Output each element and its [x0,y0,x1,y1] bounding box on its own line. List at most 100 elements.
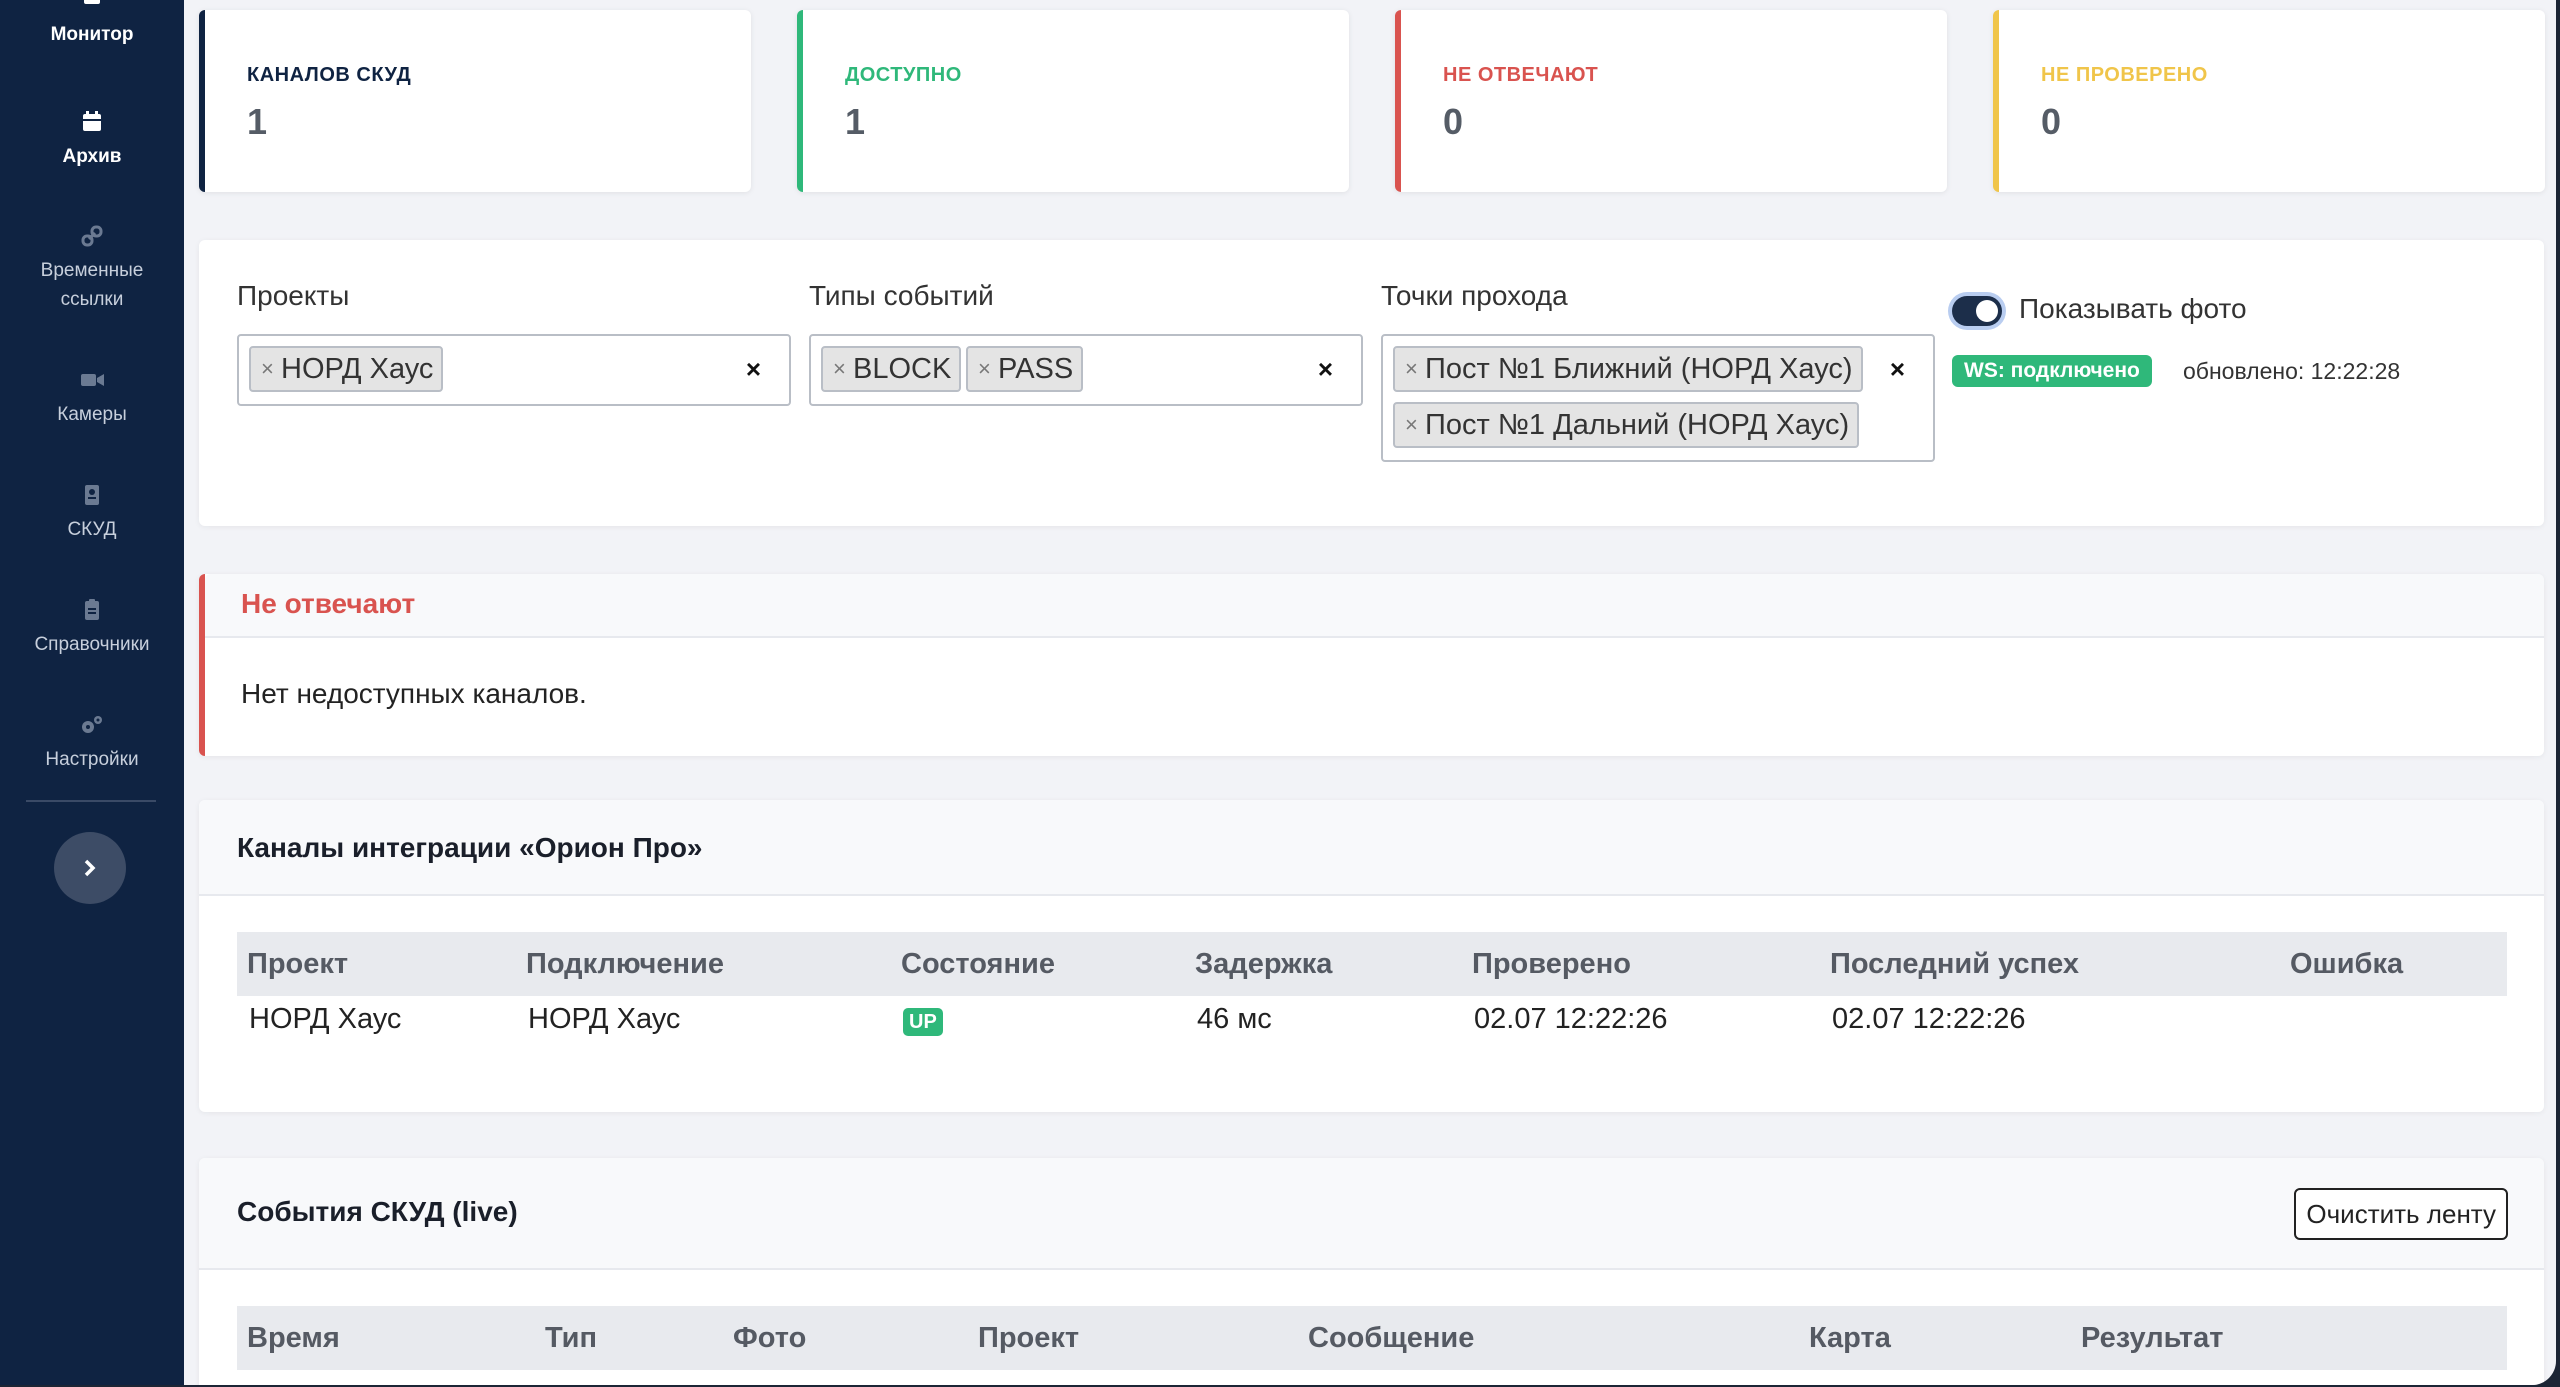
link-icon [81,225,103,247]
cell-last-success: 02.07 12:22:26 [1832,1002,2026,1035]
column-header: Фото [733,1321,807,1354]
stat-card-channels: КАНАЛОВ СКУД 1 [199,10,751,192]
sidebar-item-label: СКУД [67,519,117,540]
calendar-icon [83,111,101,131]
stat-value: 1 [247,101,268,142]
column-header: Ошибка [2290,947,2404,980]
event-types-select[interactable]: × BLOCK × PASS × [809,334,1363,406]
clear-projects-icon[interactable]: × [746,354,761,385]
not-responding-message: Нет недоступных каналов. [241,678,587,709]
remove-tag-icon[interactable]: × [261,348,274,390]
channels-header: Каналы интеграции «Орион Про» [199,800,2544,896]
column-header: Проект [978,1321,1080,1354]
cell-connection: НОРД Хаус [528,1002,681,1035]
toggle-knob [1976,300,1998,322]
column-header: Состояние [901,947,1055,980]
column-header: Результат [2081,1321,2224,1354]
access-points-filter-label: Точки прохода [1381,280,1568,311]
channels-title: Каналы интеграции «Орион Про» [237,832,703,863]
sidebar: Монитор Архив Временные ссылки Камеры СК… [0,0,184,1385]
column-header: Проект [247,947,349,980]
show-photo-toggle[interactable] [1952,296,2002,326]
access-point-tag: × Пост №1 Дальний (НОРД Хаус) [1393,402,1860,448]
column-header: Карта [1809,1321,1891,1354]
badge-icon [85,485,99,505]
app-window: Монитор Архив Временные ссылки Камеры СК… [0,0,2556,1385]
cell-latency: 46 мс [1197,1002,1272,1035]
events-title: События СКУД (live) [237,1196,518,1227]
table-header-row: Время Тип Фото Проект Сообщение Карта Ре… [237,1306,2507,1370]
tag-label: НОРД Хаус [281,353,434,385]
sidebar-item-cameras[interactable]: Камеры [0,366,184,429]
projects-filter-label: Проекты [237,280,350,311]
table-row: НОРД Хаус НОРД Хаус UP 46 мс 02.07 12:22… [237,996,2507,1042]
event-type-tag: × PASS [966,346,1084,392]
events-panel: События СКУД (live) Очистить ленту Время… [199,1158,2544,1385]
sidebar-item-label: Архив [62,146,122,167]
cell-checked: 02.07 12:22:26 [1474,1002,1668,1035]
stat-card-unchecked: НЕ ПРОВЕРЕНО 0 [1993,10,2545,192]
remove-tag-icon[interactable]: × [1405,404,1418,446]
stat-card-available: ДОСТУПНО 1 [797,10,1349,192]
column-header: Сообщение [1308,1321,1475,1354]
tag-label: Пост №1 Ближний (НОРД Хаус) [1425,353,1853,385]
cell-error [2280,996,2507,1042]
channels-panel: Каналы интеграции «Орион Про» Проект Под… [199,800,2544,1112]
tag-label: Пост №1 Дальний (НОРД Хаус) [1425,409,1850,441]
sidebar-item-archive[interactable]: Архив [0,108,184,171]
sidebar-item-skud[interactable]: СКУД [0,481,184,544]
project-tag: × НОРД Хаус [249,346,444,392]
remove-tag-icon[interactable]: × [833,348,846,390]
tag-label: PASS [998,353,1074,385]
cell-project: НОРД Хаус [249,1002,402,1035]
sidebar-item-settings[interactable]: Настройки [0,711,184,774]
sidebar-item-temp-links[interactable]: Временные ссылки [0,222,184,314]
table-header-row: Проект Подключение Состояние Задержка Пр… [237,932,2507,996]
column-header: Тип [545,1321,597,1354]
column-header: Проверено [1472,947,1631,980]
clear-access-points-icon[interactable]: × [1890,354,1905,385]
events-table: Время Тип Фото Проект Сообщение Карта Ре… [237,1306,2507,1370]
sidebar-item-label: Справочники [34,634,150,655]
column-header: Подключение [526,947,724,980]
access-point-tag: × Пост №1 Ближний (НОРД Хаус) [1393,346,1863,392]
stat-label: НЕ ПРОВЕРЕНО [2041,64,2208,86]
not-responding-header: Не отвечают [205,574,2544,638]
sidebar-item-label: Камеры [57,404,127,425]
sidebar-expand-button[interactable] [54,832,126,904]
stat-card-not-responding: НЕ ОТВЕЧАЮТ 0 [1395,10,1947,192]
clear-event-types-icon[interactable]: × [1318,354,1333,385]
channels-table: Проект Подключение Состояние Задержка Пр… [237,932,2507,1042]
column-header: Последний успех [1830,947,2080,980]
access-points-select[interactable]: × Пост №1 Ближний (НОРД Хаус) × Пост №1 … [1381,334,1935,462]
status-badge: UP [903,1007,943,1036]
event-types-filter-label: Типы событий [809,280,994,311]
cell-state: UP [891,996,1185,1042]
stat-value: 0 [1443,101,1464,142]
sidebar-item-label: Настройки [45,749,139,770]
stat-label: ДОСТУПНО [845,64,962,86]
sidebar-item-monitor[interactable]: Монитор [0,0,184,49]
stat-label: НЕ ОТВЕЧАЮТ [1443,64,1599,86]
remove-tag-icon[interactable]: × [978,348,991,390]
clipboard-icon [85,599,99,620]
projects-select[interactable]: × НОРД Хаус × [237,334,791,406]
sidebar-item-label-line2: ссылки [60,289,124,310]
tag-label: BLOCK [853,353,952,385]
chevron-right-icon [84,859,96,877]
stat-value: 0 [2041,101,2062,142]
column-header: Задержка [1195,947,1333,980]
sidebar-item-label: Монитор [50,24,134,45]
show-photo-label: Показывать фото [2019,293,2247,324]
stat-value: 1 [845,101,866,142]
remove-tag-icon[interactable]: × [1405,348,1418,390]
clear-feed-button[interactable]: Очистить ленту [2294,1188,2508,1240]
video-camera-icon [81,374,104,386]
gears-icon [82,716,102,733]
events-header: События СКУД (live) Очистить ленту [199,1158,2544,1270]
updated-timestamp: обновлено: 12:22:28 [2183,358,2401,384]
sidebar-divider [26,800,156,802]
monitor-icon [84,0,100,4]
sidebar-item-references[interactable]: Справочники [0,596,184,659]
stat-label: КАНАЛОВ СКУД [247,64,412,86]
